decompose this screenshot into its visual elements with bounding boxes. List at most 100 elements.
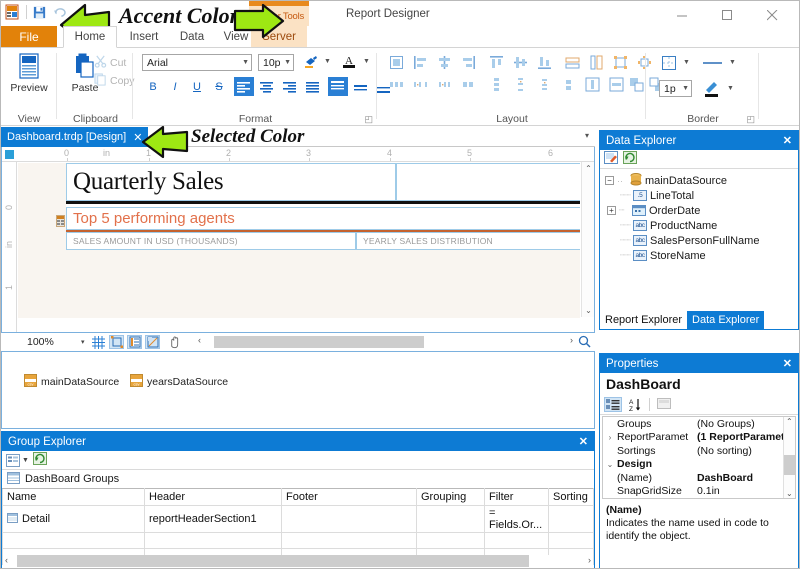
scroll-left-icon[interactable]: ‹ [5, 555, 8, 565]
align-tops-icon[interactable] [486, 54, 506, 71]
refresh-icon[interactable] [32, 452, 47, 468]
table-row[interactable] [2, 532, 594, 549]
categorized-view-icon[interactable] [604, 397, 622, 412]
align-middle-icon[interactable] [351, 77, 371, 96]
property-value[interactable]: 0.1in [697, 485, 795, 497]
datasource-item-main[interactable]: csv mainDataSource [24, 374, 119, 390]
show-rulers-icon[interactable] [127, 335, 142, 349]
tab-report-explorer[interactable]: Report Explorer [600, 311, 688, 329]
scrollbar-thumb[interactable] [17, 555, 529, 567]
bring-to-front-icon[interactable] [626, 76, 646, 93]
close-button[interactable] [750, 1, 795, 29]
zoom-dropdown-arrow[interactable]: ▾ [81, 338, 85, 346]
tree-node-datasource[interactable]: − ·· mainDataSource [602, 172, 796, 188]
data-explorer-tree[interactable]: − ·· mainDataSource ┈┈ .5 LineTotal + ┈ … [600, 169, 798, 267]
expand-expander-icon[interactable]: + [607, 206, 616, 215]
scrollbar-thumb[interactable] [214, 336, 424, 348]
report-subtitle-cell[interactable]: Top 5 performing agents [66, 207, 580, 230]
snap-to-grid-icon[interactable] [109, 335, 124, 349]
underline-button[interactable]: U [188, 78, 206, 95]
canvas-horizontal-scrollbar[interactable] [201, 336, 577, 348]
property-row[interactable]: › ReportParamet (1 ReportParameter) [603, 431, 795, 445]
report-title-cell[interactable]: Quarterly Sales [66, 163, 396, 201]
border-style-dropdown-arrow[interactable]: ▼ [683, 59, 690, 66]
tree-node-field-productname[interactable]: ┈┈ abc ProductName [602, 218, 796, 233]
line-style-dropdown-arrow[interactable]: ▼ [729, 59, 736, 66]
property-row[interactable]: Sortings (No sorting) [603, 444, 795, 458]
tree-node-field-salespersonfullname[interactable]: ┈┈ abc SalesPersonFullName [602, 233, 796, 248]
close-icon[interactable]: ✕ [579, 435, 588, 448]
property-pages-icon[interactable] [657, 397, 671, 413]
scroll-right-icon[interactable]: › [588, 555, 591, 565]
align-center-icon[interactable] [257, 77, 277, 96]
increase-vertical-spacing-icon[interactable] [510, 76, 530, 93]
remove-vertical-spacing-icon[interactable] [558, 76, 578, 93]
section-handle-icon[interactable] [56, 215, 65, 227]
group-explorer-horizontal-scrollbar[interactable]: ‹ › [3, 555, 593, 567]
make-same-width-icon[interactable] [562, 54, 582, 71]
align-to-grid-icon[interactable] [386, 54, 406, 71]
row-expander[interactable]: › [603, 433, 617, 442]
tab-data[interactable]: Data [171, 26, 213, 48]
italic-button[interactable]: I [166, 78, 184, 95]
scroll-down-icon[interactable]: ⌄ [786, 489, 793, 498]
alphabetical-sort-icon[interactable]: AZ [627, 398, 642, 412]
highlight-dropdown-arrow[interactable]: ▼ [324, 58, 331, 65]
report-caption-left-cell[interactable]: SALES AMOUNT IN USD (THOUSANDS) [66, 232, 356, 250]
close-icon[interactable]: ✕ [783, 357, 792, 370]
ruler-origin-button[interactable] [5, 150, 14, 159]
save-icon[interactable] [32, 5, 47, 20]
font-color-icon[interactable]: A [339, 52, 359, 70]
layout-guides-icon[interactable] [145, 335, 160, 349]
tab-insert[interactable]: Insert [119, 26, 169, 48]
column-header-grouping[interactable]: Grouping [416, 488, 485, 506]
property-row[interactable]: Groups (No Groups) [603, 417, 795, 431]
tree-node-field-linetotal[interactable]: ┈┈ .5 LineTotal [602, 188, 796, 203]
scroll-up-icon[interactable]: ⌃ [786, 417, 793, 426]
center-horizontally-icon[interactable] [582, 76, 602, 93]
make-vertical-spacing-equal-icon[interactable] [486, 76, 506, 93]
strikethrough-button[interactable]: S [210, 78, 228, 95]
refresh-datasource-icon[interactable] [623, 151, 637, 167]
report-canvas[interactable]: Quarterly Sales Top 5 performing agents … [18, 163, 580, 318]
border-color-dropdown-arrow[interactable]: ▼ [727, 85, 734, 92]
search-zoom-icon[interactable] [578, 335, 591, 351]
tab-home[interactable]: Home [63, 26, 117, 48]
datasource-tray[interactable]: csv mainDataSource csv yearsDataSource [1, 351, 595, 429]
table-row[interactable]: Detail reportHeaderSection1 = Fields.Or.… [2, 505, 594, 533]
text-highlight-icon[interactable] [301, 54, 321, 71]
border-width-combo[interactable]: 1p ▼ [659, 80, 692, 97]
row-expander[interactable]: ⌄ [603, 460, 617, 469]
grid-icon[interactable] [91, 335, 106, 349]
tab-data-explorer[interactable]: Data Explorer [687, 311, 765, 329]
decrease-vertical-spacing-icon[interactable] [534, 76, 554, 93]
property-value[interactable]: (1 ReportParameter) [697, 431, 795, 443]
align-lefts-icon[interactable] [410, 54, 430, 71]
report-caption-right-cell[interactable]: YEARLY SALES DISTRIBUTION [356, 232, 580, 250]
collapse-expander-icon[interactable]: − [605, 176, 614, 185]
property-value[interactable]: DashBoard [697, 472, 795, 484]
align-top-icon[interactable] [328, 77, 348, 96]
preview-button[interactable]: Preview [5, 52, 53, 94]
column-header-name[interactable]: Name [2, 488, 145, 506]
make-horizontal-spacing-equal-icon[interactable] [386, 76, 406, 93]
make-same-height-icon[interactable] [586, 54, 606, 71]
pan-hand-icon[interactable] [167, 335, 182, 349]
column-header-sorting[interactable]: Sorting [548, 488, 594, 506]
property-value[interactable]: (No sorting) [697, 445, 795, 457]
font-color-dropdown-arrow[interactable]: ▼ [363, 58, 370, 65]
border-dialog-launcher[interactable]: ◰ [746, 114, 755, 125]
align-justify-icon[interactable] [303, 77, 323, 96]
scrollbar-thumb[interactable] [784, 455, 795, 475]
align-rights-icon[interactable] [458, 54, 478, 71]
minimize-button[interactable] [660, 1, 705, 29]
column-header-header[interactable]: Header [144, 488, 282, 506]
properties-grid[interactable]: Groups (No Groups) › ReportParamet (1 Re… [602, 416, 796, 499]
chevron-down-icon[interactable]: ▾ [585, 131, 589, 140]
increase-horizontal-spacing-icon[interactable] [410, 76, 430, 93]
decrease-horizontal-spacing-icon[interactable] [434, 76, 454, 93]
property-row[interactable]: (Name) DashBoard [603, 471, 795, 485]
scroll-up-icon[interactable]: ⌃ [582, 162, 595, 175]
remove-horizontal-spacing-icon[interactable] [458, 76, 478, 93]
tree-node-field-orderdate[interactable]: + ┈ OrderDate [602, 203, 796, 218]
